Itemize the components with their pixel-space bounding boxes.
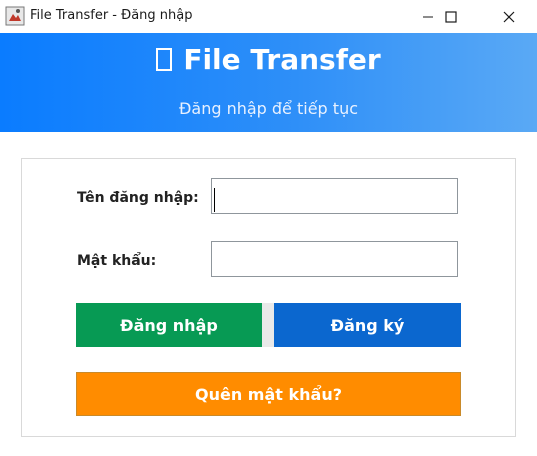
close-button[interactable] [486,0,532,33]
app-title: File Transfer [0,43,537,76]
app-title-text: File Transfer [183,43,381,76]
username-label: Tên đăng nhập: [77,190,199,206]
close-icon [503,11,515,22]
register-button[interactable]: Đăng ký [274,303,461,347]
title-bar[interactable]: File Transfer - Đăng nhập [0,0,537,33]
forgot-password-button[interactable]: Quên mật khẩu? [76,372,461,416]
password-input[interactable] [211,241,458,277]
app-subtitle: Đăng nhập để tiếp tục [178,99,358,118]
login-window: File Transfer - Đăng nhập File Transfer … [0,0,537,456]
password-label: Mật khẩu: [77,253,157,269]
maximize-icon [445,10,457,23]
button-separator [262,303,274,347]
maximize-button[interactable] [428,0,474,33]
window-title: File Transfer - Đăng nhập [30,8,193,23]
username-input[interactable] [211,178,458,214]
login-button[interactable]: Đăng nhập [76,303,262,347]
text-caret [214,188,215,212]
missing-glyph-icon [156,48,173,71]
java-app-icon [5,6,25,26]
app-header: File Transfer Đăng nhập để tiếp tục [0,33,537,132]
